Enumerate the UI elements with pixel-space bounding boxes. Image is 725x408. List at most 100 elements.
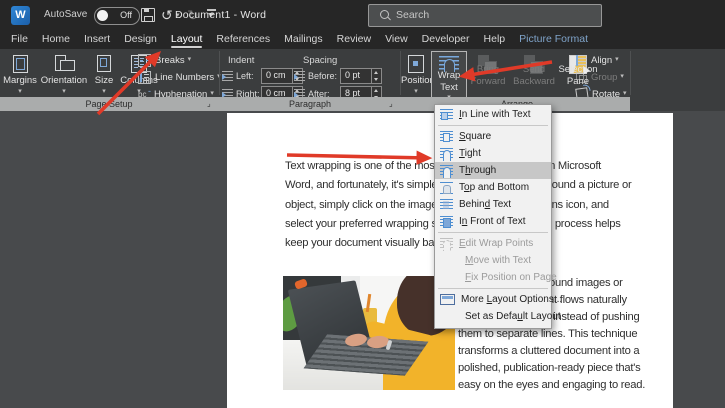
size-button[interactable]: Size ▾ (90, 51, 118, 97)
group-button: Group ▾ (576, 70, 624, 84)
spacing-after-value: 8 pt (345, 87, 361, 98)
in-front-of-text-icon (440, 215, 453, 228)
save-icon (141, 8, 155, 22)
search-icon (380, 10, 389, 19)
position-button[interactable]: Position ▾ (401, 51, 435, 97)
save-button[interactable] (141, 5, 155, 22)
line-numbers-button[interactable]: Line Numbers ▾ (138, 70, 221, 84)
tab-picture-format[interactable]: Picture Format (512, 30, 595, 49)
tab-file[interactable]: File (4, 30, 35, 49)
indent-right-value: 0 cm (266, 87, 286, 98)
text-line: them to separate lines. This technique (458, 328, 638, 340)
menu-item-label: Tight (459, 148, 481, 159)
menu-item-through[interactable]: Through (435, 162, 551, 179)
tab-view[interactable]: View (378, 30, 415, 49)
indent-left-field: Left: 0 cm (222, 67, 303, 84)
spacing-before-field: Before: 0 pt (294, 67, 382, 84)
menu-item-in-front-of-text[interactable]: In Front of Text (435, 213, 551, 230)
wrap-text-label-1: Wrap (437, 70, 461, 81)
document-photo-woman-typing-on-laptop[interactable] (283, 276, 455, 390)
send-backward-label-1: Send (522, 64, 546, 75)
menu-item-move-with-text: Move with Text (435, 252, 551, 269)
chevron-down-icon: ▾ (414, 88, 418, 95)
spacing-before-stepper[interactable] (371, 68, 381, 83)
tab-references[interactable]: References (209, 30, 277, 49)
menu-item-in-line-with-text[interactable]: In Line with Text (435, 106, 551, 123)
page-setup-dialog-launcher-icon[interactable] (207, 98, 217, 109)
line-numbers-label: Line Numbers (155, 71, 215, 83)
square-wrap-icon (440, 130, 453, 143)
orientation-icon (54, 55, 75, 71)
menu-item-label: Square (459, 131, 492, 142)
menu-item-square[interactable]: Square (435, 128, 551, 145)
orientation-button[interactable]: Orientation ▾ (39, 51, 89, 97)
menu-item-tight[interactable]: Tight (435, 145, 551, 162)
send-backward-button: Send Backward (510, 51, 558, 97)
autosave-label: AutoSave (44, 9, 88, 20)
align-label: Align (591, 54, 613, 66)
spacing-before-label: Before: (308, 70, 338, 81)
bring-forward-label-1: Bring (476, 64, 500, 75)
tab-review[interactable]: Review (330, 30, 378, 49)
menu-item-fix-position-on-page: Fix Position on Page (435, 269, 557, 286)
text-line: easy on the eyes and engaging to read. (458, 379, 646, 391)
toggle-knob-icon (97, 10, 108, 21)
menu-item-more-layout-options[interactable]: More Layout Options... (435, 291, 562, 308)
group-objects-icon (576, 71, 587, 83)
position-label: Position (401, 75, 435, 86)
menu-item-label: Top and Bottom (459, 182, 530, 193)
through-wrap-icon (440, 164, 453, 178)
menu-item-label: Through (459, 165, 497, 176)
text-line: transforms a cluttered document into a (458, 345, 640, 357)
spacing-heading: Spacing (303, 55, 338, 66)
text-line: polished, publication-ready piece that's (458, 362, 641, 374)
wrap-text-icon (439, 56, 459, 72)
breaks-button[interactable]: Breaks ▾ (138, 53, 191, 67)
menu-item-label: In Line with Text (459, 109, 531, 120)
autosave-state: Off (120, 10, 132, 20)
menu-item-label: Edit Wrap Points (459, 238, 534, 249)
menu-item-behind-text[interactable]: Behind Text (435, 196, 551, 213)
group-separator (219, 51, 220, 95)
margins-button[interactable]: Margins ▾ (2, 51, 38, 97)
tab-layout[interactable]: Layout (164, 30, 210, 49)
tab-design[interactable]: Design (117, 30, 164, 49)
margins-label: Margins (3, 75, 37, 86)
spacing-before-input[interactable]: 0 pt (340, 67, 382, 84)
chevron-down-icon: ▾ (187, 56, 192, 63)
tab-home[interactable]: Home (35, 30, 77, 49)
tab-developer[interactable]: Developer (415, 30, 477, 49)
menu-separator (438, 125, 548, 126)
menu-item-top-and-bottom[interactable]: Top and Bottom (435, 179, 551, 196)
word-logo-icon: W (11, 6, 30, 25)
menu-item-label: More Layout Options... (461, 294, 563, 305)
paragraph-dialog-launcher-icon[interactable] (389, 98, 399, 109)
wrap-text-label-2: Text (440, 82, 458, 93)
page-break-icon (138, 53, 151, 67)
in-line-with-text-icon (440, 108, 453, 121)
undo-button[interactable]: ↺ (161, 5, 173, 25)
chevron-down-icon: ▾ (615, 56, 619, 63)
chevron-down-icon: ▾ (620, 73, 624, 80)
bring-forward-button: Bring Forward (466, 51, 510, 97)
breaks-label: Breaks (155, 54, 185, 66)
tab-insert[interactable]: Insert (77, 30, 117, 49)
menu-item-set-as-default-layout[interactable]: Set as Default Layout (435, 308, 561, 325)
autosave-toggle[interactable]: Off (94, 7, 140, 25)
align-button[interactable]: Align ▾ (576, 53, 619, 67)
tab-mailings[interactable]: Mailings (277, 30, 330, 49)
tight-wrap-icon (440, 147, 453, 161)
more-layout-options-icon (440, 294, 455, 305)
search-input[interactable]: Search (368, 4, 602, 27)
search-placeholder: Search (396, 9, 430, 21)
tab-help[interactable]: Help (477, 30, 513, 49)
word-window: W AutoSave Off ↺ ▾ ↻ Document1 - Word Se… (0, 0, 725, 408)
margins-icon (12, 55, 28, 73)
edit-wrap-points-icon (440, 237, 453, 251)
chevron-down-icon: ▾ (62, 88, 66, 95)
menu-separator (438, 288, 548, 289)
menu-item-label: Behind Text (459, 199, 512, 210)
indent-left-icon (222, 70, 233, 81)
spacing-before-value: 0 pt (345, 69, 361, 80)
align-icon (576, 54, 587, 66)
